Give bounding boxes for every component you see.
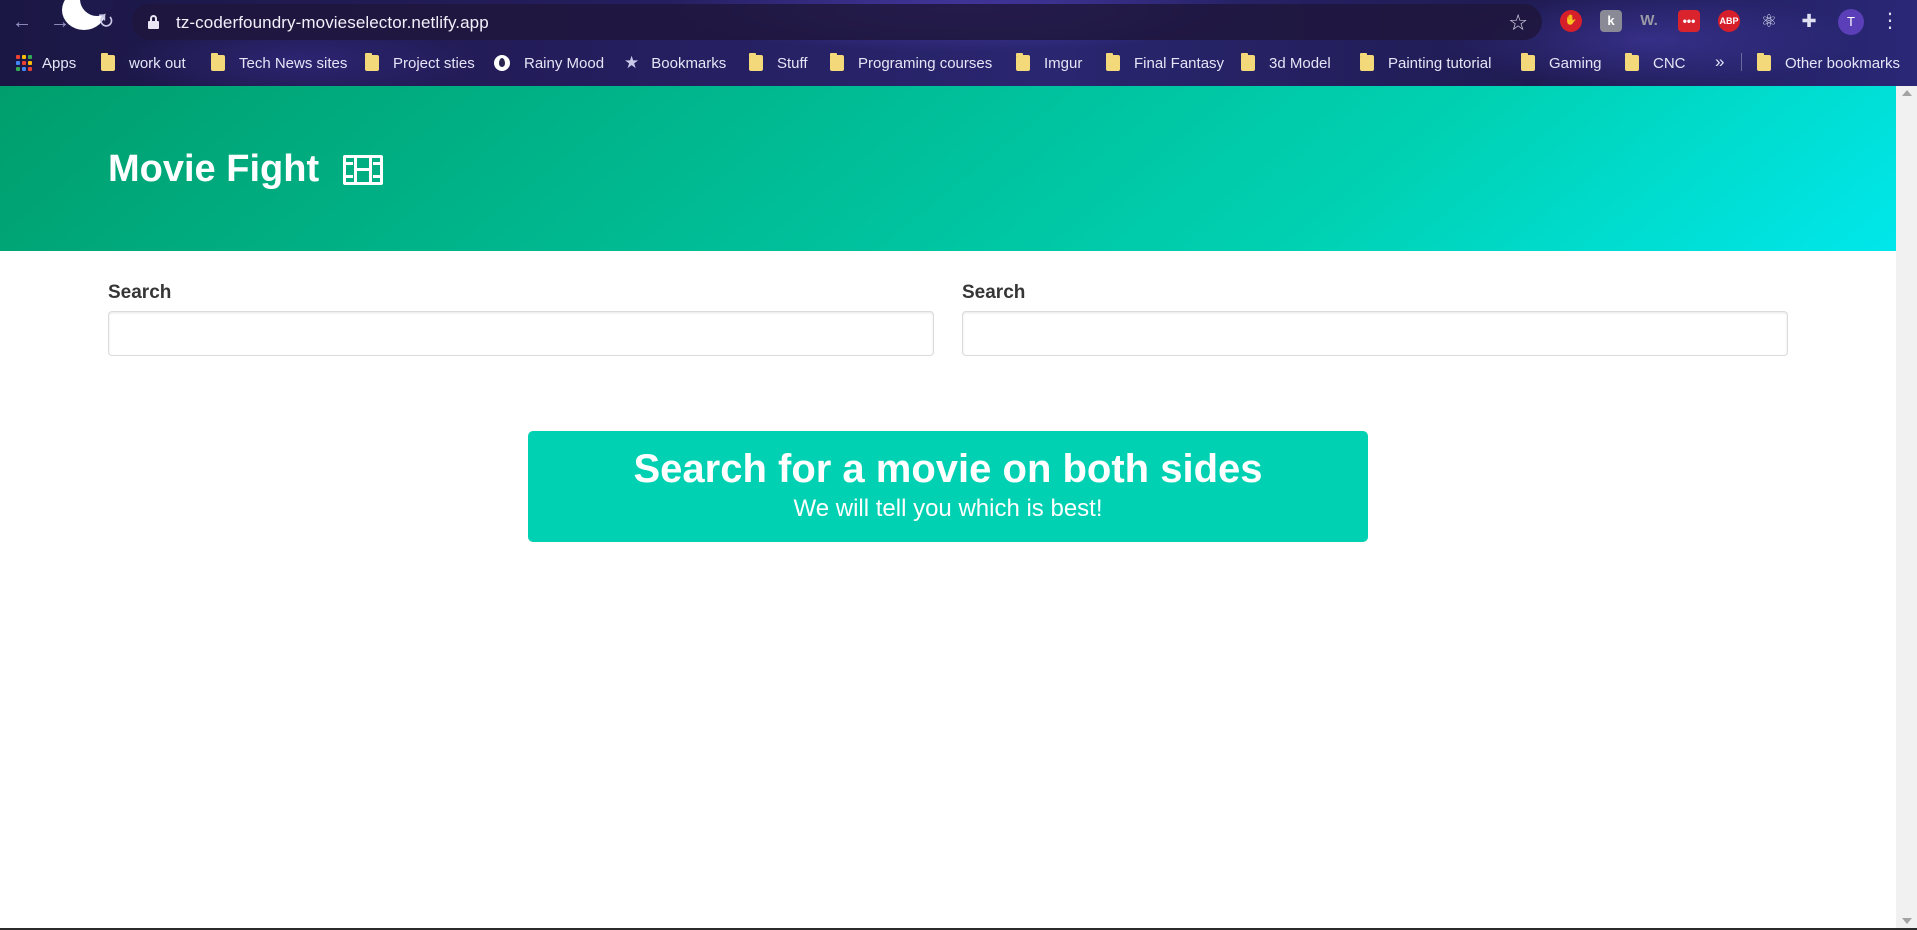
page-title: Movie Fight <box>108 148 384 191</box>
scroll-down-arrow-icon[interactable] <box>1902 918 1912 924</box>
bookmark-label: Painting tutorial <box>1388 54 1492 72</box>
folder-icon <box>1016 53 1030 71</box>
folder-icon <box>1360 53 1374 71</box>
bookmarks-bar: Apps work out Tech News sites Project st… <box>0 48 1917 78</box>
bookmark-label: Final Fantasy <box>1134 54 1225 72</box>
scroll-up-arrow-icon[interactable] <box>1902 90 1912 96</box>
folder-icon <box>1757 53 1771 71</box>
lock-icon <box>148 15 159 29</box>
browser-menu-icon[interactable]: ⋮ <box>1880 8 1900 33</box>
folder-icon <box>365 53 379 71</box>
bookmark-label: Stuff <box>777 54 808 72</box>
bookmark-project-sties[interactable]: Project sties <box>365 52 475 74</box>
bookmarks-divider <box>1741 53 1742 71</box>
bookmark-imgur[interactable]: Imgur <box>1016 52 1082 74</box>
right-search-field: Search <box>962 282 1788 356</box>
bookmark-programing-courses[interactable]: Programing courses <box>830 52 992 74</box>
folder-icon <box>830 53 844 71</box>
extensions-puzzle-icon[interactable]: ✚ <box>1798 10 1820 32</box>
browser-toolbar: ← → ↻ tz-coderfoundry-movieselector.netl… <box>0 0 1917 44</box>
vertical-scrollbar[interactable] <box>1896 86 1917 930</box>
folder-icon <box>1625 53 1639 71</box>
folder-icon <box>1241 53 1255 71</box>
bookmark-label: Apps <box>42 54 77 72</box>
folder-icon <box>101 53 115 71</box>
react-devtools-icon[interactable]: ⚛ <box>1758 10 1780 32</box>
bookmark-3d-model[interactable]: 3d Model <box>1241 52 1331 74</box>
bookmark-label: Project sties <box>393 54 475 72</box>
folder-icon <box>749 53 763 71</box>
w-extension-icon[interactable]: W. <box>1638 10 1660 32</box>
folder-icon <box>1106 53 1120 71</box>
right-search-label: Search <box>962 282 1026 303</box>
reload-button[interactable]: ↻ <box>92 8 120 36</box>
hero-banner: Movie Fight <box>0 86 1896 251</box>
star-icon: ★ <box>624 53 640 72</box>
bookmark-label: Bookmarks <box>651 54 727 72</box>
bookmark-stuff[interactable]: Stuff <box>749 52 808 74</box>
bookmark-bookmarks[interactable]: ★ Bookmarks <box>624 52 726 74</box>
bookmark-cnc[interactable]: CNC <box>1625 52 1686 74</box>
url-text[interactable]: tz-coderfoundry-movieselector.netlify.ap… <box>176 13 489 33</box>
adblock-extension-icon[interactable]: ABP <box>1718 10 1740 32</box>
stop-hand-extension-icon[interactable]: ✋ <box>1560 10 1582 32</box>
bookmark-label: Rainy Mood <box>524 54 605 72</box>
bookmark-rainy-mood[interactable]: Rainy Mood <box>494 52 604 74</box>
dots-extension-icon[interactable]: ••• <box>1678 10 1700 32</box>
bookmarks-overflow-button[interactable]: » <box>1715 52 1724 72</box>
bookmark-apps[interactable]: Apps <box>16 52 76 74</box>
bookmark-label: 3d Model <box>1269 54 1331 72</box>
folder-icon <box>211 53 225 71</box>
bookmark-final-fantasy[interactable]: Final Fantasy <box>1106 52 1224 74</box>
right-search-input[interactable] <box>962 311 1788 356</box>
tutorial-title: Search for a movie on both sides <box>633 447 1263 491</box>
tutorial-subtitle: We will tell you which is best! <box>793 495 1103 522</box>
bookmark-label: Gaming <box>1549 54 1602 72</box>
bookmark-label: CNC <box>1653 54 1686 72</box>
bookmark-other-bookmarks[interactable]: Other bookmarks <box>1757 52 1900 74</box>
bookmark-painting-tutorial[interactable]: Painting tutorial <box>1360 52 1491 74</box>
bookmark-label: Programing courses <box>858 54 993 72</box>
left-search-field: Search <box>108 282 934 356</box>
profile-avatar[interactable]: T <box>1838 9 1864 35</box>
bookmark-gaming[interactable]: Gaming <box>1521 52 1602 74</box>
bookmark-label: Imgur <box>1044 54 1083 72</box>
raindrop-icon <box>494 55 510 71</box>
browser-chrome: ← → ↻ tz-coderfoundry-movieselector.netl… <box>0 0 1917 86</box>
bookmark-label: work out <box>129 54 186 72</box>
page-title-text: Movie Fight <box>108 148 320 190</box>
bookmark-label: Tech News sites <box>239 54 348 72</box>
bookmark-work-out[interactable]: work out <box>101 52 186 74</box>
folder-icon <box>1521 53 1535 71</box>
left-search-input[interactable] <box>108 311 934 356</box>
back-button[interactable]: ← <box>8 8 36 36</box>
page-content: Movie Fight Search Search Search for a m… <box>0 86 1896 930</box>
tutorial-notification: Search for a movie on both sides We will… <box>528 431 1368 542</box>
bookmark-tech-news[interactable]: Tech News sites <box>211 52 347 74</box>
bookmark-star-icon[interactable]: ☆ <box>1508 10 1528 36</box>
bookmark-label: Other bookmarks <box>1785 54 1901 72</box>
apps-grid-icon <box>16 55 32 71</box>
film-icon <box>343 154 384 185</box>
k-extension-icon[interactable]: k <box>1600 10 1622 32</box>
address-bar[interactable]: tz-coderfoundry-movieselector.netlify.ap… <box>132 4 1542 40</box>
left-search-label: Search <box>108 282 172 303</box>
